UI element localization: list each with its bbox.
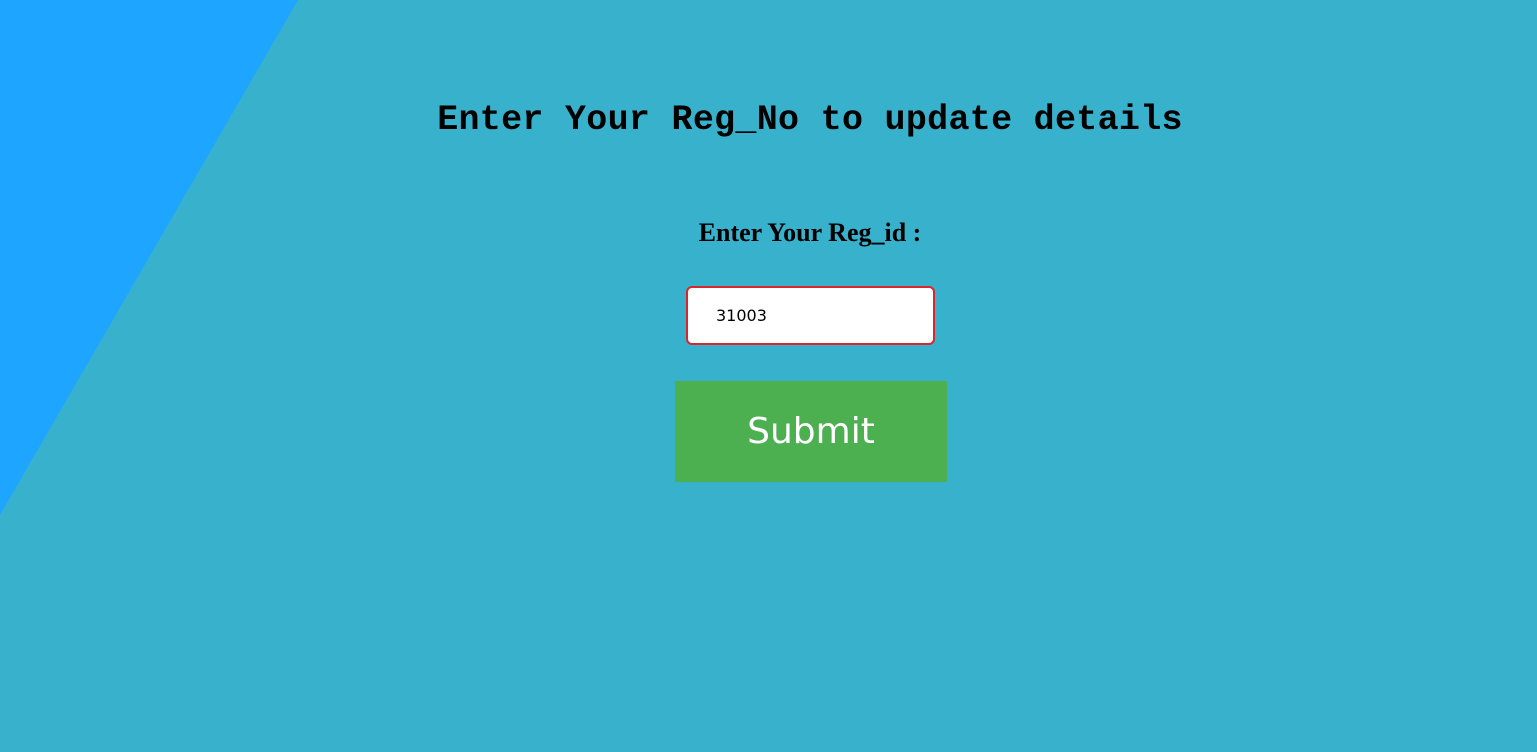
reg-id-label: Enter Your Reg_id : (698, 218, 922, 247)
submit-button[interactable]: Submit (675, 381, 947, 482)
page-heading: Enter Your Reg_No to update details (437, 100, 1183, 140)
reg-id-input[interactable] (686, 286, 935, 345)
